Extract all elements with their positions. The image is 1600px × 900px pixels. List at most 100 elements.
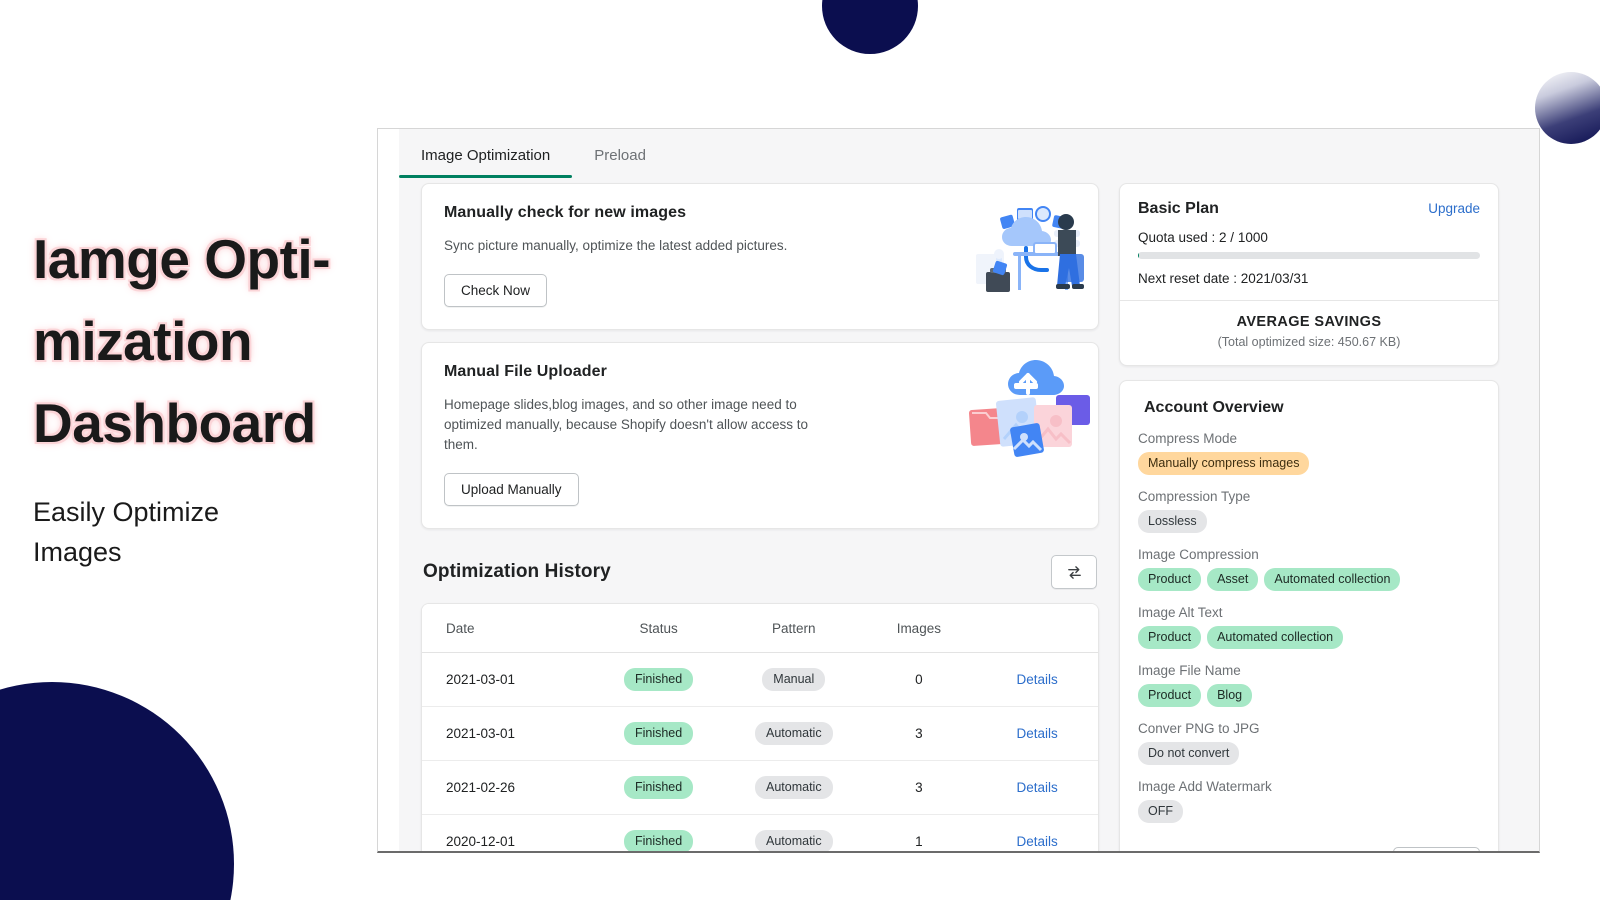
tag: Do not convert (1138, 742, 1239, 765)
tag: Lossless (1138, 510, 1207, 533)
table-row: 2021-02-26 Finished Automatic 3 Details (422, 761, 1098, 815)
swap-arrows-icon (1066, 564, 1083, 581)
group-tags: OFF (1138, 800, 1480, 823)
column-header-pattern: Pattern (726, 604, 861, 653)
hero-title-line-3: Dashboard (33, 382, 383, 464)
hero-subtitle-line-1: Easily Optimize (33, 492, 383, 532)
details-link[interactable]: Details (1017, 834, 1058, 849)
account-group-image-compression: Image Compression Product Asset Automate… (1138, 547, 1480, 591)
column-header-images: Images (861, 604, 976, 653)
average-savings-block: AVERAGE SAVINGS (Total optimized size: 4… (1120, 301, 1498, 365)
tag: Automated collection (1207, 626, 1343, 649)
column-header-date: Date (422, 604, 591, 653)
group-label: Conver PNG to JPG (1138, 721, 1480, 736)
decorative-circle-bottom-left (0, 682, 234, 900)
tag: Blog (1207, 684, 1252, 707)
upload-manually-button[interactable]: Upload Manually (444, 473, 579, 506)
group-label: Image Compression (1138, 547, 1480, 562)
cell-pattern: Manual (726, 653, 861, 707)
check-now-button[interactable]: Check Now (444, 274, 547, 307)
cell-status: Finished (591, 815, 726, 854)
page-root: Iamge Opti- mization Dashboard Easily Op… (0, 0, 1600, 900)
cell-date: 2021-03-01 (422, 707, 591, 761)
hero-title-line-2: mization (33, 300, 383, 382)
optimization-history-header: Optimization History (421, 529, 1099, 603)
account-overview-card: Account Overview Compress Mode Manually … (1119, 380, 1499, 853)
account-group-convert-png-to-jpg: Conver PNG to JPG Do not convert (1138, 721, 1480, 765)
swap-arrows-icon-button[interactable] (1051, 555, 1097, 589)
details-link[interactable]: Details (1017, 672, 1058, 687)
group-label: Image Add Watermark (1138, 779, 1480, 794)
table-row: 2020-12-01 Finished Automatic 1 Details (422, 815, 1098, 854)
tab-bar: Image Optimization Preload (399, 129, 1539, 183)
cell-status: Finished (591, 707, 726, 761)
cell-action: Details (976, 761, 1098, 815)
group-tags: Product Automated collection (1138, 626, 1480, 649)
right-column: Basic Plan Upgrade Quota used : 2 / 1000… (1119, 183, 1499, 853)
average-savings-title: AVERAGE SAVINGS (1130, 314, 1488, 330)
group-label: Compression Type (1138, 489, 1480, 504)
tag: OFF (1138, 800, 1183, 823)
optimization-history-title: Optimization History (423, 561, 611, 583)
group-tags: Lossless (1138, 510, 1480, 533)
group-tags: Manually compress images (1138, 452, 1480, 475)
tab-image-optimization[interactable]: Image Optimization (399, 129, 572, 178)
group-label: Image Alt Text (1138, 605, 1480, 620)
hero-title: Iamge Opti- mization Dashboard (33, 218, 383, 464)
account-group-compression-type: Compression Type Lossless (1138, 489, 1480, 533)
plan-card-top: Basic Plan Upgrade Quota used : 2 / 1000… (1120, 184, 1498, 300)
cell-images: 1 (861, 815, 976, 854)
tab-preload-label: Preload (594, 147, 646, 164)
left-column: Manually check for new images Sync pictu… (421, 183, 1099, 853)
manual-check-card: Manually check for new images Sync pictu… (421, 183, 1099, 330)
decorative-circle-top-right (1535, 72, 1600, 144)
manual-check-desc: Sync picture manually, optimize the late… (444, 236, 844, 256)
status-badge: Finished (624, 830, 693, 853)
cell-pattern: Automatic (726, 815, 861, 854)
plan-name: Basic Plan (1138, 200, 1219, 218)
cell-status: Finished (591, 761, 726, 815)
table-row: 2021-03-01 Finished Automatic 3 Details (422, 707, 1098, 761)
cell-action: Details (976, 707, 1098, 761)
tag: Asset (1207, 568, 1258, 591)
column-header-status: Status (591, 604, 726, 653)
cell-pattern: Automatic (726, 707, 861, 761)
pattern-badge: Automatic (755, 722, 833, 745)
cell-images: 3 (861, 761, 976, 815)
tag: Automated collection (1264, 568, 1400, 591)
group-tags: Product Blog (1138, 684, 1480, 707)
account-group-image-file-name: Image File Name Product Blog (1138, 663, 1480, 707)
details-link[interactable]: Details (1017, 780, 1058, 795)
quota-used-text: Quota used : 2 / 1000 (1138, 230, 1480, 245)
cloud-upload-illustration (968, 359, 1090, 459)
status-badge: Finished (624, 668, 693, 691)
optimization-history-table: Date Status Pattern Images 2021-03-01 (422, 604, 1098, 853)
app-content-area: Image Optimization Preload Manually chec… (399, 129, 1539, 851)
quota-progress-fill (1138, 252, 1139, 259)
hero-title-line-1: Iamge Opti- (33, 218, 383, 300)
next-reset-date-text: Next reset date : 2021/03/31 (1138, 271, 1480, 286)
status-badge: Finished (624, 776, 693, 799)
pattern-badge: Automatic (755, 830, 833, 853)
account-group-image-alt-text: Image Alt Text Product Automated collect… (1138, 605, 1480, 649)
cell-date: 2020-12-01 (422, 815, 591, 854)
account-group-compress-mode: Compress Mode Manually compress images (1138, 431, 1480, 475)
cell-images: 3 (861, 707, 976, 761)
optimization-history-table-wrap: Date Status Pattern Images 2021-03-01 (421, 603, 1099, 853)
tab-preload[interactable]: Preload (572, 129, 668, 178)
plan-card: Basic Plan Upgrade Quota used : 2 / 1000… (1119, 183, 1499, 366)
details-link[interactable]: Details (1017, 726, 1058, 741)
group-label: Image File Name (1138, 663, 1480, 678)
hero-subtitle-line-2: Images (33, 532, 383, 572)
cell-date: 2021-03-01 (422, 653, 591, 707)
main-content: Manually check for new images Sync pictu… (399, 183, 1539, 853)
cell-action: Details (976, 653, 1098, 707)
account-group-image-add-watermark: Image Add Watermark OFF (1138, 779, 1480, 823)
hero-text-block: Iamge Opti- mization Dashboard Easily Op… (33, 218, 383, 572)
plan-header-row: Basic Plan Upgrade (1138, 200, 1480, 218)
settings-button[interactable]: Settings (1393, 847, 1480, 853)
tab-image-optimization-label: Image Optimization (421, 147, 550, 164)
tag: Product (1138, 568, 1201, 591)
upgrade-link[interactable]: Upgrade (1428, 201, 1480, 216)
group-label: Compress Mode (1138, 431, 1480, 446)
